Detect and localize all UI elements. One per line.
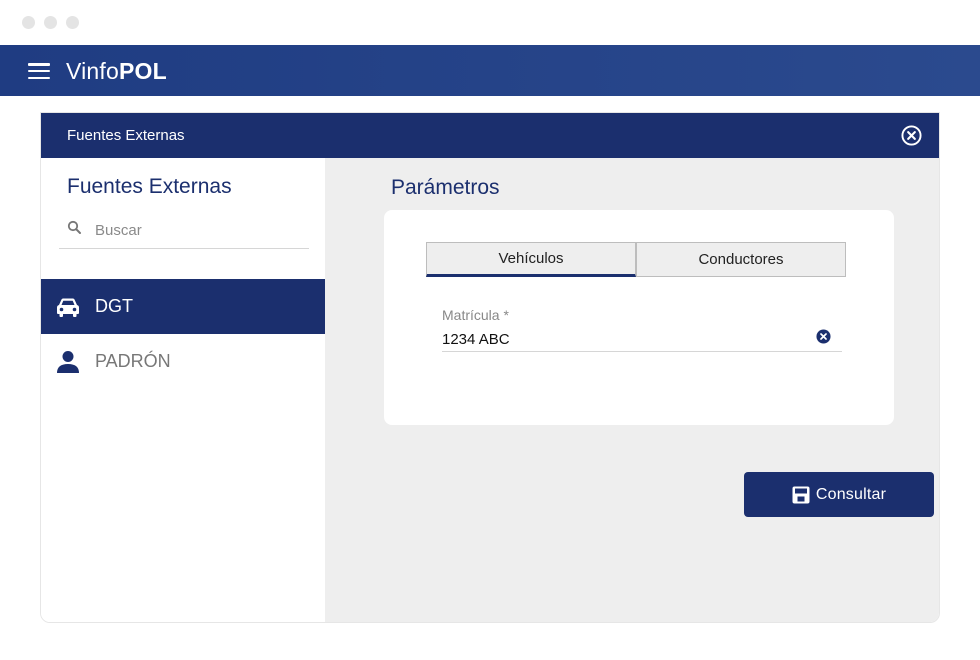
fuentes-panel: Fuentes Externas Fuentes Externas DGT xyxy=(40,112,940,623)
matricula-input[interactable] xyxy=(442,329,802,349)
app-bar: VinfoPOL xyxy=(0,45,980,96)
window-dot-minimize[interactable] xyxy=(44,16,57,29)
window-dot-close[interactable] xyxy=(22,16,35,29)
brand-suffix: POL xyxy=(119,58,167,84)
car-icon xyxy=(57,298,79,317)
consultar-label: Consultar xyxy=(815,485,887,503)
sidebar-item-label: PADRÓN xyxy=(95,351,171,371)
clear-icon[interactable] xyxy=(816,329,831,344)
tab-vehiculos[interactable]: Vehículos xyxy=(426,242,636,277)
parameters-card: Vehículos Conductores Matrícula * xyxy=(384,210,894,425)
menu-icon[interactable] xyxy=(28,63,50,80)
panel-title: Fuentes Externas xyxy=(67,127,185,144)
sidebar-title: Fuentes Externas xyxy=(67,175,232,198)
brand-prefix: Vinfo xyxy=(66,58,120,84)
search-input[interactable] xyxy=(95,218,295,242)
parameters-title: Parámetros xyxy=(391,176,500,199)
search-icon xyxy=(67,220,81,234)
sidebar-item-label: DGT xyxy=(95,296,133,316)
tab-bar: Vehículos Conductores xyxy=(426,242,846,277)
sidebar: Fuentes Externas DGT PADRÓN xyxy=(41,158,326,622)
window-dot-maximize[interactable] xyxy=(66,16,79,29)
search-box xyxy=(59,212,309,249)
person-icon xyxy=(57,350,79,373)
app-brand: VinfoPOL xyxy=(66,58,167,85)
close-icon[interactable] xyxy=(901,125,922,146)
sidebar-item-dgt[interactable]: DGT xyxy=(41,279,326,334)
window-chrome xyxy=(0,0,980,45)
matricula-field-wrapper: Matrícula * xyxy=(442,305,842,352)
content-area: Parámetros Vehículos Conductores Matrícu… xyxy=(325,158,939,622)
save-icon xyxy=(792,486,810,503)
tab-conductores[interactable]: Conductores xyxy=(636,242,846,277)
sidebar-item-padron[interactable]: PADRÓN xyxy=(41,334,326,389)
matricula-label: Matrícula * xyxy=(442,307,509,323)
panel-header: Fuentes Externas xyxy=(41,113,939,158)
consultar-button[interactable]: Consultar xyxy=(744,472,934,517)
